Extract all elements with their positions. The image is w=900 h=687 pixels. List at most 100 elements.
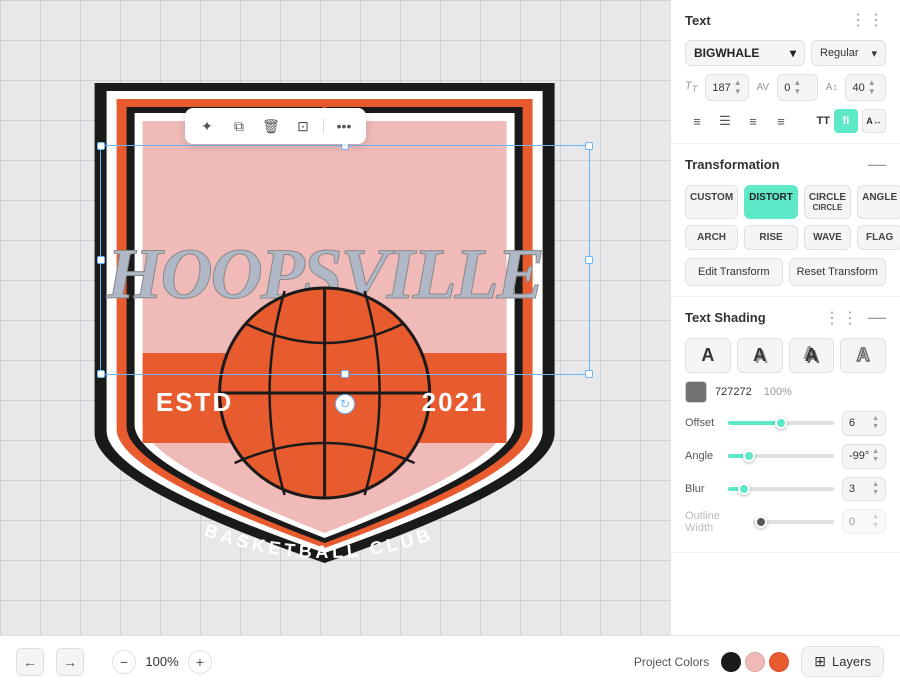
blur-value: 3 [849,483,870,495]
blur-down[interactable]: ▼ [872,489,879,497]
offset-arrows: ▲ ▼ [872,415,879,432]
fi-special-btn[interactable]: fi [834,109,858,133]
align-right-btn[interactable]: ≡ [741,109,765,133]
font-style-label: Regular [820,47,859,59]
angle-up[interactable]: ▲ [872,448,879,456]
angle-value-box[interactable]: -99° ▲ ▼ [842,444,886,469]
transform-circle-btn[interactable]: CIRCLE CIRCLE [804,185,851,219]
transform-custom-btn[interactable]: CUSTOM [685,185,738,219]
shading-header: Text Shading ⋮⋮ — [685,307,886,328]
transformation-header: Transformation — [685,154,886,175]
more-tool-btn[interactable]: ••• [332,114,356,138]
font-size-input[interactable]: 187 ▲ ▼ [705,74,748,101]
canvas-area[interactable]: HOOPSVILLE ESTD 2021 BASKETBALL CLU [0,0,670,635]
shading-color-swatch[interactable] [685,381,707,403]
offset-value-box[interactable]: 6 ▲ ▼ [842,411,886,436]
transform-wave-btn[interactable]: WAVE [804,225,851,250]
font-style-chevron [871,47,877,60]
redo-btn[interactable]: → [56,648,84,676]
shade-outline-btn[interactable]: A [840,338,886,373]
shade-shadow2-btn[interactable]: A [789,338,835,373]
blur-value-box[interactable]: 3 ▲ ▼ [842,477,886,502]
blur-arrows: ▲ ▼ [872,481,879,498]
zoom-out-btn[interactable]: − [112,650,136,674]
a-special-btn[interactable]: A↔ [862,109,886,133]
resize-tool-btn[interactable]: ⊡ [291,114,315,138]
tt-label: TT [817,115,830,127]
leading-input[interactable]: 40 ▲ ▼ [845,74,886,101]
transformation-collapse[interactable]: — [868,154,886,175]
angle-thumb[interactable] [743,450,755,462]
tracking-input[interactable]: 0 ▲ ▼ [777,74,818,101]
outline-value: 0 [849,516,870,528]
align-center-btn[interactable]: ☰ [713,109,737,133]
shading-color-opacity: 100% [764,386,792,398]
project-color-orange[interactable] [769,652,789,672]
font-style-select[interactable]: Regular [811,40,886,66]
blur-track[interactable] [728,487,834,491]
angle-down[interactable]: ▼ [872,456,879,464]
project-color-pink[interactable] [745,652,765,672]
transform-distort-btn[interactable]: DISTORT [744,185,798,219]
layers-label: Layers [832,654,871,669]
layers-btn[interactable]: ⊞ Layers [801,646,884,677]
angle-arrows: ▲ ▼ [872,448,879,465]
outline-thumb[interactable] [755,516,767,528]
duplicate-tool-btn[interactable]: ⧉ [227,114,251,138]
shading-title: Text Shading [685,310,766,325]
shade-none-btn[interactable]: A [685,338,731,373]
right-panel: Text ⋮⋮ BIGWHALE Regular TT 187 [670,0,900,635]
undo-btn[interactable]: ← [16,648,44,676]
delete-tool-btn[interactable]: 🗑 [259,114,283,138]
zoom-in-btn[interactable]: + [188,650,212,674]
floating-toolbar[interactable]: ✦ ⧉ 🗑 ⊡ ••• [185,108,366,144]
font-size-down[interactable]: ▼ [734,88,742,96]
bottom-bar: ← → − 100% + Project Colors ⊞ Layers [0,635,900,687]
font-family-chevron [790,46,796,60]
font-size-arrows: ▲ ▼ [734,79,742,96]
shading-grid: A A A A [685,338,886,373]
offset-track[interactable] [728,421,834,425]
shade-none-letter: A [701,345,714,366]
project-color-dark[interactable] [721,652,741,672]
shade-shadow1-btn[interactable]: A [737,338,783,373]
angle-track[interactable] [728,454,834,458]
shading-collapse[interactable]: — [868,307,886,328]
outline-down[interactable]: ▼ [872,522,879,530]
transform-rise-btn[interactable]: RISE [744,225,798,250]
blur-up[interactable]: ▲ [872,481,879,489]
project-color-circles [721,652,789,672]
font-family-select[interactable]: BIGWHALE [685,40,805,66]
angle-slider-row: Angle -99° ▲ ▼ [685,444,886,469]
offset-down[interactable]: ▼ [872,423,879,431]
offset-up[interactable]: ▲ [872,415,879,423]
leading-down[interactable]: ▼ [868,88,876,96]
tracking-down[interactable]: ▼ [793,88,801,96]
svg-text:ESTD: ESTD [156,387,233,417]
align-justify-btn[interactable]: ≡ [769,109,793,133]
align-left-btn[interactable]: ≡ [685,109,709,133]
zoom-controls: − 100% + [112,650,212,674]
leading-up[interactable]: ▲ [868,79,876,87]
text-shading-section: Text Shading ⋮⋮ — A A A A [671,297,900,553]
transform-angle-btn[interactable]: ANGLE [857,185,900,219]
font-size-up[interactable]: ▲ [734,79,742,87]
blur-thumb[interactable] [738,483,750,495]
outline-track[interactable] [753,520,834,524]
transform-flag-btn[interactable]: FLAG [857,225,900,250]
edit-transform-btn[interactable]: Edit Transform [685,258,783,286]
outline-value-box[interactable]: 0 ▲ ▼ [842,509,886,534]
svg-text:2021: 2021 [422,387,488,417]
tracking-up[interactable]: ▲ [793,79,801,87]
move-tool-btn[interactable]: ✦ [195,114,219,138]
project-colors-label: Project Colors [634,655,709,669]
tracking-value: 0 [784,82,790,94]
offset-thumb[interactable] [775,417,787,429]
offset-label: Offset [685,417,720,429]
outline-up[interactable]: ▲ [872,513,879,521]
shade-outline-letter: A [857,345,870,366]
reset-transform-btn[interactable]: Reset Transform [789,258,887,286]
offset-value: 6 [849,417,870,429]
transform-arch-btn[interactable]: ARCH [685,225,738,250]
outline-label: Outline Width [685,510,745,534]
